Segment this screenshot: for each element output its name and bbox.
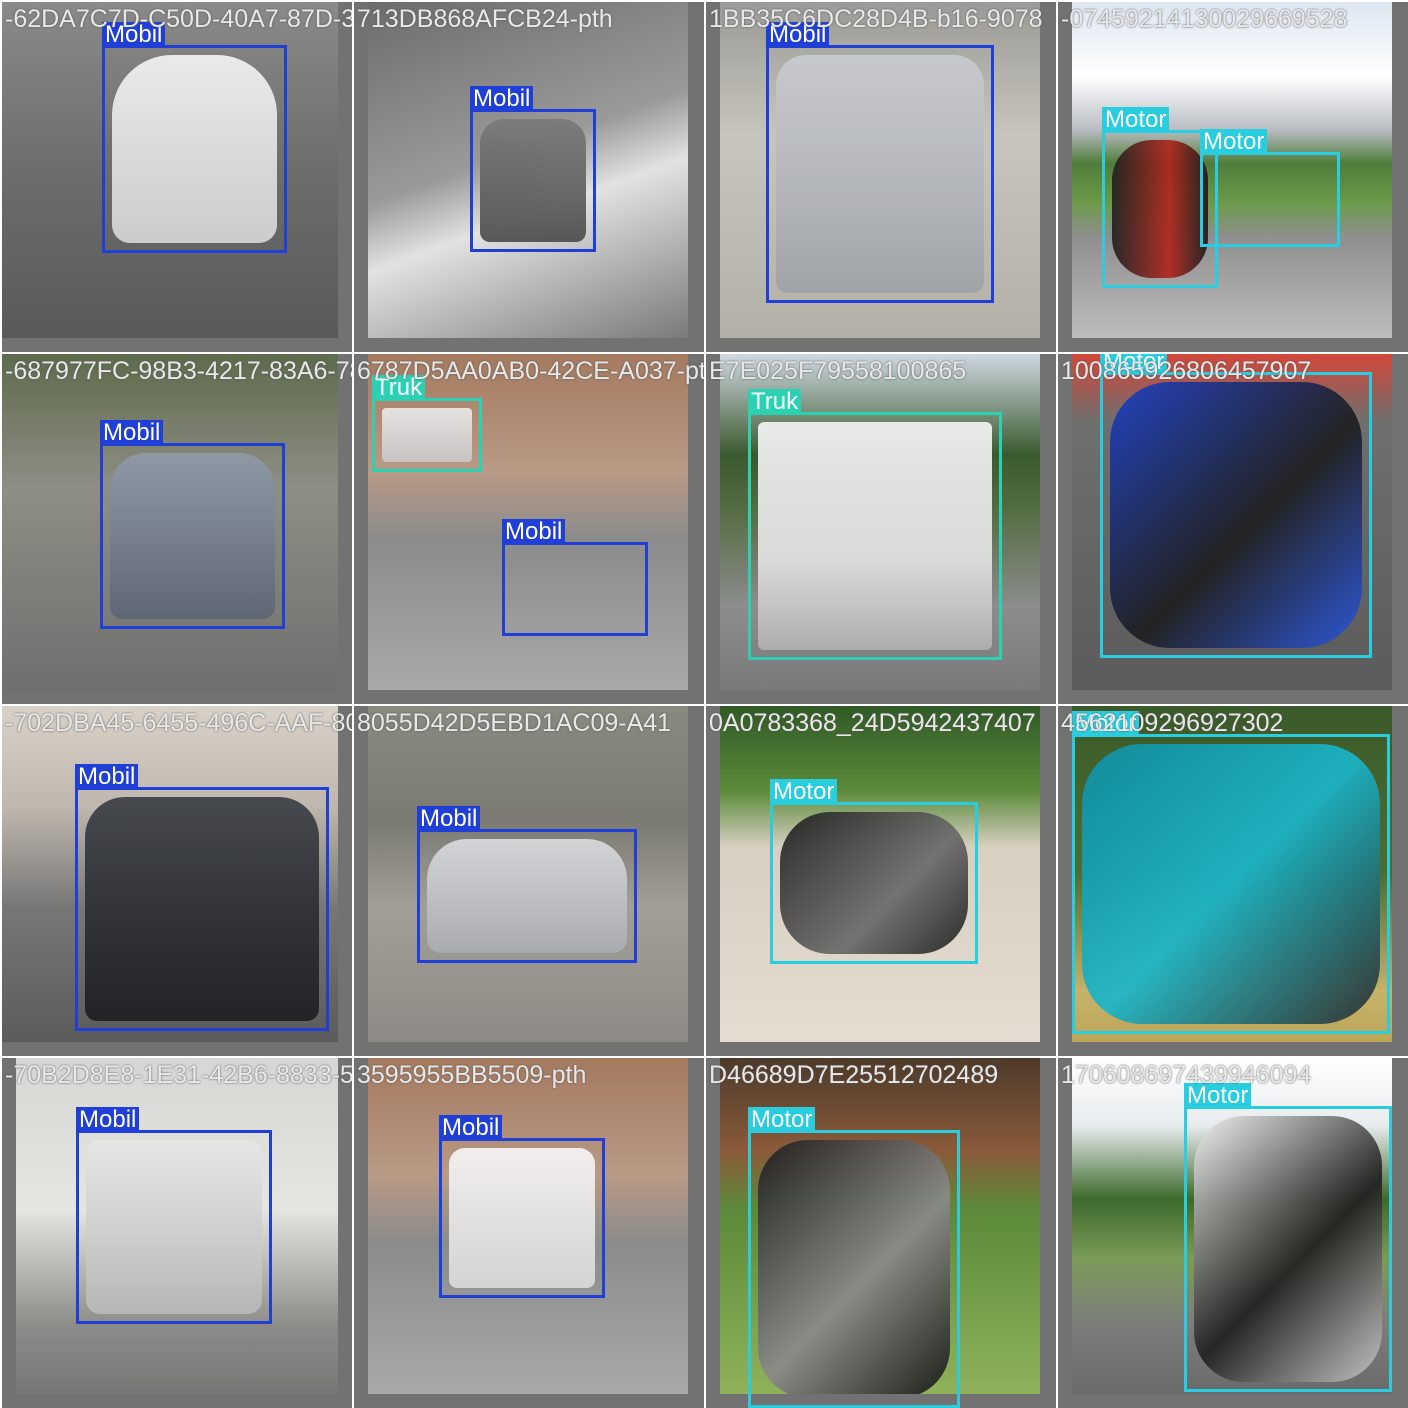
class-label: Truk [372,375,426,401]
class-label: Mobil [75,764,139,790]
image-tile[interactable]: Mobil-70B2D8E8-1E31-42B6-8833-5959955BB5… [2,1058,352,1408]
image-tile[interactable]: Truk Mobil 6787D5AA0AB0-42CE-A037-pth [354,354,704,704]
image-tile[interactable]: Mobil-702DBA45-6455-496C-AAF-805474235EB… [2,706,352,1056]
class-label: Motor [1200,129,1268,155]
image-tile[interactable]: Motor 0A0783368_24D5942437407 [706,706,1056,1056]
bounding-box[interactable]: Truk [372,375,482,472]
image-tile[interactable]: Mobil-687977FC-98B3-4217-83A6-7873F5AA0A… [2,354,352,704]
class-label: Mobil [102,22,166,48]
class-label: Motor [1102,107,1170,133]
bounding-box[interactable]: Mobil [502,519,648,636]
bounding-box[interactable]: Motor [1100,354,1372,658]
bounding-box[interactable]: Mobil [76,1107,272,1324]
bounding-box[interactable]: Motor [1200,129,1340,247]
class-label: Truk [748,389,802,415]
class-label: Motor [748,1107,816,1133]
image-tile[interactable]: Motor Motor -07459214130029669528 [1058,2,1408,352]
image-tile[interactable]: Motor D46689D7E25512702489 [706,1058,1056,1408]
bounding-box[interactable]: Motor [770,779,978,964]
image-tile[interactable]: Motor 4562109296927302 [1058,706,1408,1056]
bounding-box[interactable]: Mobil [766,22,994,303]
image-tile[interactable]: Mobil 8055D42D5EBD1AC09-A41 [354,706,704,1056]
class-label: Mobil [439,1115,503,1141]
class-label: Mobil [100,420,164,446]
bounding-box[interactable]: Mobil [102,22,287,253]
bounding-box[interactable]: Motor [1184,1083,1392,1392]
class-label: Motor [1100,354,1168,375]
class-label: Mobil [766,22,830,48]
image-tile[interactable]: Truk E7E025F79558100865 [706,354,1056,704]
class-label: Motor [1072,711,1140,737]
image-tile[interactable]: Mobil 1BB35C6DC28D4B-b16-9078 [706,2,1056,352]
image-tile[interactable]: Mobil-62DA7C7D-C50D-40A7-87D-3DD3669FDB2… [2,2,352,352]
bounding-box[interactable]: Truk [748,389,1002,660]
class-label: Mobil [470,86,534,112]
image-tile[interactable]: Motor 170608697439946094 [1058,1058,1408,1408]
class-label: Motor [1184,1083,1252,1109]
image-tile[interactable]: Motor 100865926806457907 [1058,354,1408,704]
class-label: Mobil [502,519,566,545]
bounding-box[interactable]: Mobil [439,1115,605,1298]
class-label: Mobil [417,806,481,832]
image-tile[interactable]: Mobil 3595955BB5509-pth [354,1058,704,1408]
bounding-box[interactable]: Mobil [470,86,596,252]
image-tile[interactable]: Mobil 713DB868AFCB24-pth [354,2,704,352]
bounding-box[interactable]: Mobil [417,806,637,963]
detection-grid: Mobil-62DA7C7D-C50D-40A7-87D-3DD3669FDB2… [0,0,1408,1408]
class-label: Mobil [76,1107,140,1133]
class-label: Motor [770,779,838,805]
bounding-box[interactable]: Mobil [75,764,329,1031]
bounding-box[interactable]: Motor [1072,711,1390,1034]
bounding-box[interactable]: Motor [748,1107,960,1408]
bounding-box[interactable]: Mobil [100,420,285,629]
